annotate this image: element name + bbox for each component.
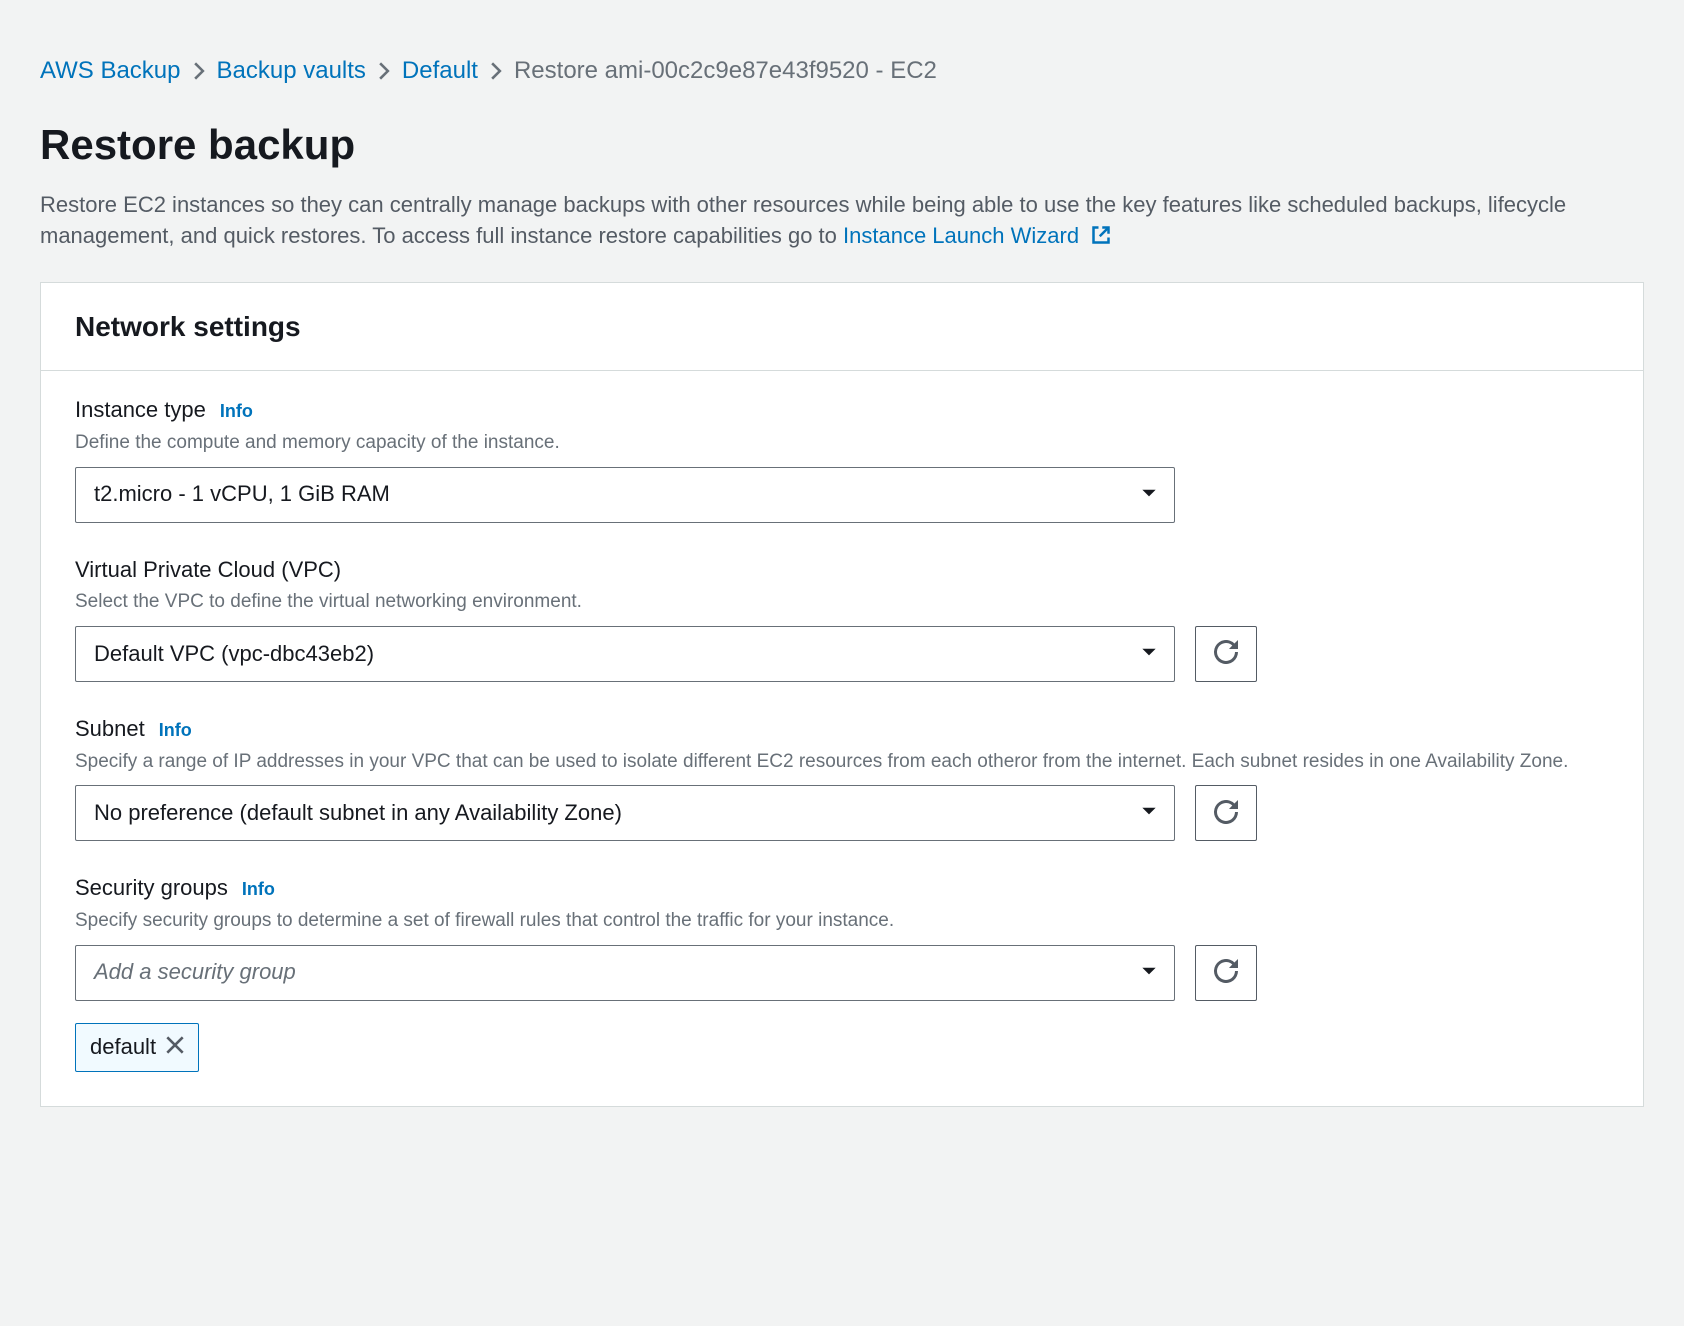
panel-title: Network settings: [75, 307, 1609, 346]
subnet-select[interactable]: No preference (default subnet in any Ava…: [75, 785, 1175, 841]
subnet-help: Specify a range of IP addresses in your …: [75, 749, 1609, 776]
field-security-groups: Security groups Info Specify security gr…: [75, 873, 1609, 1071]
instance-launch-wizard-link[interactable]: Instance Launch Wizard: [843, 223, 1111, 248]
vpc-select[interactable]: Default VPC (vpc-dbc43eb2): [75, 626, 1175, 682]
external-link-icon: [1091, 223, 1111, 254]
field-vpc: Virtual Private Cloud (VPC) Select the V…: [75, 555, 1609, 682]
refresh-icon: [1214, 959, 1238, 986]
panel-header: Network settings: [41, 283, 1643, 371]
refresh-icon: [1214, 640, 1238, 667]
security-group-token: default: [75, 1023, 199, 1072]
instance-type-info-link[interactable]: Info: [220, 399, 253, 424]
page-title: Restore backup: [40, 116, 1644, 175]
security-groups-label: Security groups: [75, 873, 228, 904]
breadcrumb: AWS Backup Backup vaults Default Restore…: [40, 30, 1644, 98]
subnet-info-link[interactable]: Info: [159, 718, 192, 743]
breadcrumb-default[interactable]: Default: [402, 54, 478, 88]
refresh-icon: [1214, 800, 1238, 827]
remove-token-button[interactable]: [166, 1032, 184, 1063]
instance-type-help: Define the compute and memory capacity o…: [75, 430, 1609, 457]
close-icon: [166, 1032, 184, 1063]
chevron-right-icon: [490, 62, 502, 80]
security-groups-placeholder: Add a security group: [94, 957, 296, 988]
subnet-refresh-button[interactable]: [1195, 785, 1257, 841]
chevron-right-icon: [378, 62, 390, 80]
vpc-value: Default VPC (vpc-dbc43eb2): [94, 639, 374, 670]
security-groups-select[interactable]: Add a security group: [75, 945, 1175, 1001]
page-description: Restore EC2 instances so they can centra…: [40, 190, 1640, 254]
security-groups-help: Specify security groups to determine a s…: [75, 908, 1609, 935]
breadcrumb-backup-vaults[interactable]: Backup vaults: [217, 54, 366, 88]
field-instance-type: Instance type Info Define the compute an…: [75, 395, 1609, 522]
instance-launch-wizard-link-label: Instance Launch Wizard: [843, 223, 1079, 248]
instance-type-label: Instance type: [75, 395, 206, 426]
security-group-token-label: default: [90, 1032, 156, 1063]
field-subnet: Subnet Info Specify a range of IP addres…: [75, 714, 1609, 841]
subnet-label: Subnet: [75, 714, 145, 745]
breadcrumb-current: Restore ami-00c2c9e87e43f9520 - EC2: [514, 54, 937, 88]
security-groups-refresh-button[interactable]: [1195, 945, 1257, 1001]
instance-type-value: t2.micro - 1 vCPU, 1 GiB RAM: [94, 479, 390, 510]
vpc-label: Virtual Private Cloud (VPC): [75, 555, 341, 586]
security-groups-info-link[interactable]: Info: [242, 877, 275, 902]
instance-type-select[interactable]: t2.micro - 1 vCPU, 1 GiB RAM: [75, 467, 1175, 523]
network-settings-panel: Network settings Instance type Info Defi…: [40, 282, 1644, 1107]
subnet-value: No preference (default subnet in any Ava…: [94, 798, 622, 829]
page-description-text: Restore EC2 instances so they can centra…: [40, 192, 1566, 248]
vpc-help: Select the VPC to define the virtual net…: [75, 589, 1609, 616]
breadcrumb-aws-backup[interactable]: AWS Backup: [40, 54, 181, 88]
chevron-right-icon: [193, 62, 205, 80]
vpc-refresh-button[interactable]: [1195, 626, 1257, 682]
